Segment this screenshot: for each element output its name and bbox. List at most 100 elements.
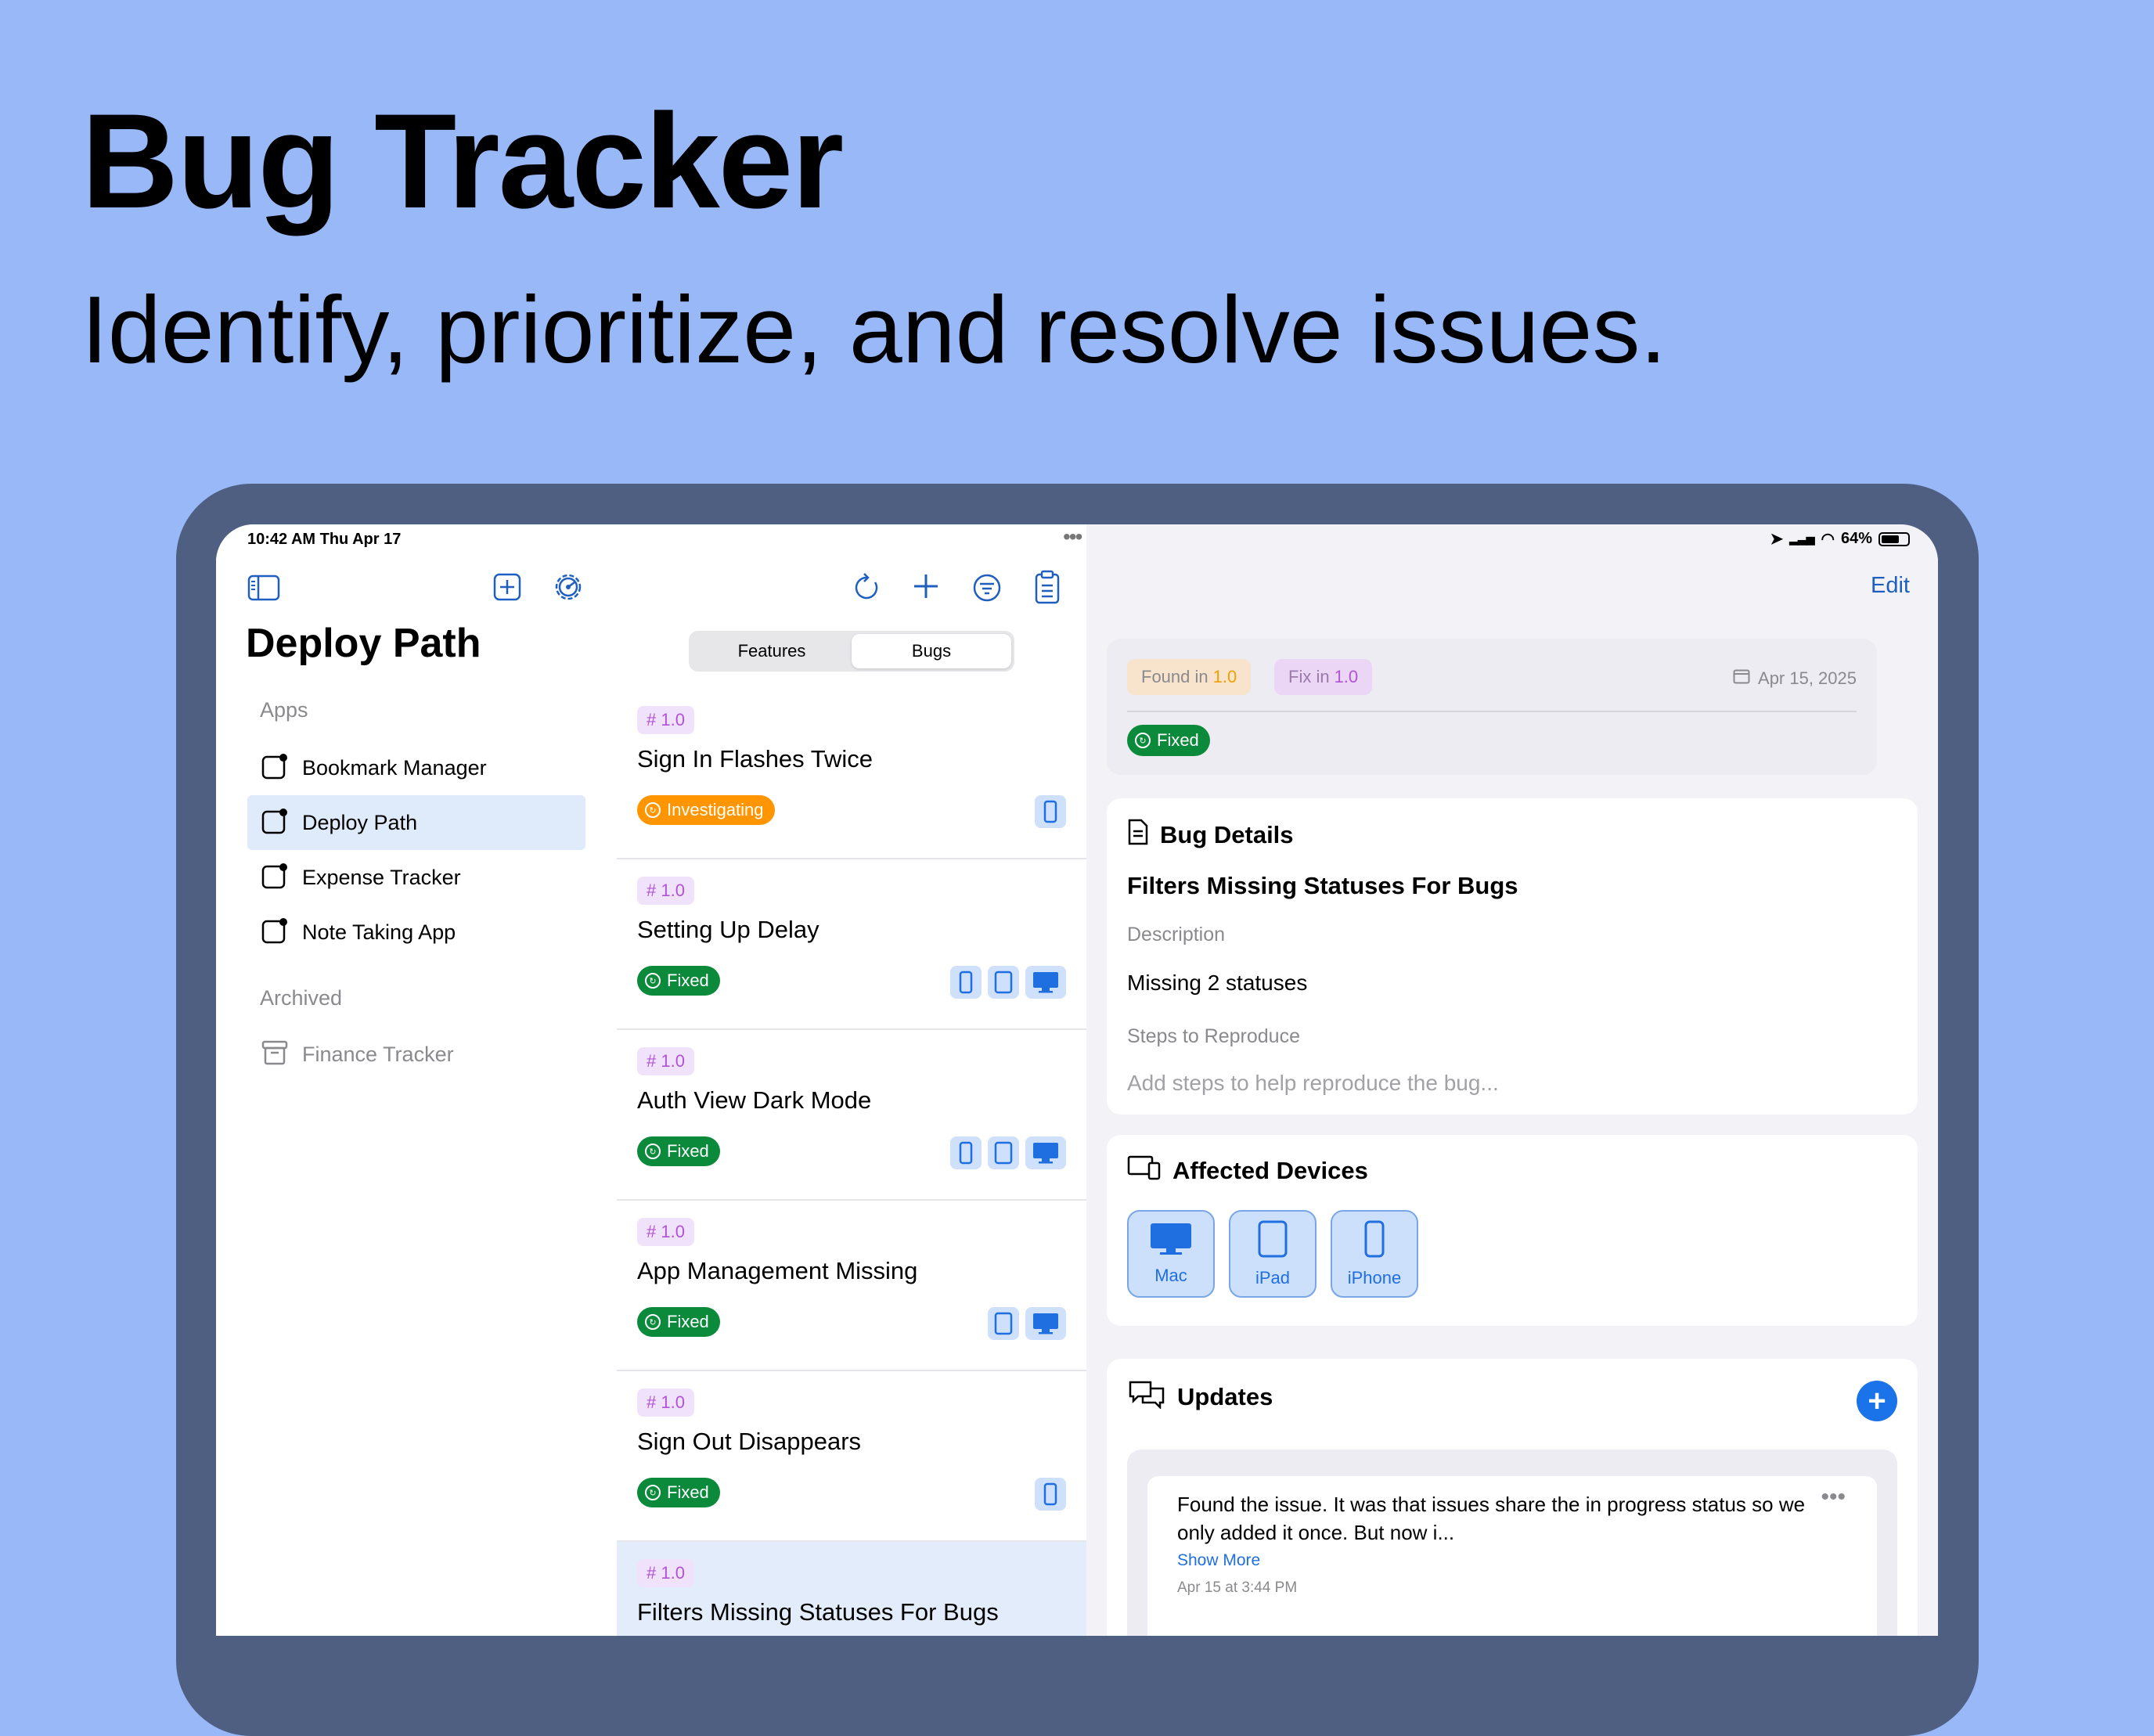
multitasking-dots-icon[interactable]: ••• bbox=[1063, 524, 1082, 549]
chat-bubbles-icon bbox=[1127, 1379, 1166, 1415]
status-icon: ↻ bbox=[645, 1314, 661, 1330]
version-tag: # 1.0 bbox=[637, 1218, 694, 1246]
app-screen: 10:42 AM Thu Apr 17 Deploy Path Apps Boo… bbox=[216, 524, 1938, 1636]
sidebar-item-label: Note Taking App bbox=[302, 920, 456, 944]
document-icon bbox=[1127, 819, 1149, 852]
segmented-control: Features Bugs bbox=[689, 631, 1014, 672]
iphone-icon bbox=[950, 1136, 982, 1169]
iphone-icon bbox=[950, 966, 982, 999]
filter-icon[interactable] bbox=[972, 573, 1002, 603]
bug-row[interactable]: # 1.0 Sign In Flashes Twice ↻ Investigati… bbox=[617, 689, 1086, 859]
sidebar-item-label: Bookmark Manager bbox=[302, 755, 487, 780]
steps-label: Steps to Reproduce bbox=[1127, 1025, 1300, 1047]
clipboard-icon[interactable] bbox=[1035, 570, 1060, 604]
ipad-icon bbox=[1257, 1219, 1288, 1263]
segment-features[interactable]: Features bbox=[692, 634, 852, 668]
add-app-icon[interactable] bbox=[493, 573, 521, 601]
found-in-tag: Found in 1.0 bbox=[1127, 659, 1252, 695]
archive-box-icon bbox=[261, 1040, 288, 1069]
status-icon: ↻ bbox=[645, 802, 661, 818]
edit-button[interactable]: Edit bbox=[1871, 573, 1910, 599]
ipad-icon bbox=[988, 1307, 1019, 1340]
bug-row[interactable]: # 1.0 Auth View Dark Mode ↻ Fixed bbox=[617, 1030, 1086, 1201]
more-options-icon[interactable]: ••• bbox=[1821, 1484, 1846, 1511]
bug-detail-title: Filters Missing Statuses For Bugs bbox=[1127, 872, 1518, 899]
version-tag: # 1.0 bbox=[637, 1388, 694, 1417]
bug-detail-pane: ••• ➤ ▂▃▅ ◠ 64% Edit Found in 1.0 Fix in 1… bbox=[1063, 524, 1938, 1636]
sidebar-item-expense-tracker[interactable]: Expense Tracker bbox=[247, 850, 585, 905]
status-badge: ↻ Fixed bbox=[637, 1478, 720, 1507]
update-text: Found the issue. It was that issues shar… bbox=[1177, 1493, 1806, 1544]
refresh-icon[interactable] bbox=[852, 571, 883, 604]
wifi-icon: ◠ bbox=[1821, 531, 1835, 548]
status-icon: ↻ bbox=[645, 1485, 661, 1500]
segment-bugs[interactable]: Bugs bbox=[852, 634, 1011, 668]
battery-percent: 64% bbox=[1840, 530, 1872, 547]
sidebar-item-label: Finance Tracker bbox=[302, 1042, 454, 1066]
bug-row-selected[interactable]: # 1.0 Filters Missing Statuses For Bugs bbox=[617, 1542, 1086, 1636]
apps-section-label: Apps bbox=[260, 698, 308, 722]
archived-section-label: Archived bbox=[260, 986, 343, 1010]
steps-input[interactable]: Add steps to help reproduce the bug... bbox=[1127, 1071, 1499, 1096]
status-time: 10:42 AM Thu Apr 17 bbox=[247, 531, 402, 548]
bug-title: Sign In Flashes Twice bbox=[637, 745, 873, 773]
devices-icon bbox=[1127, 1155, 1162, 1187]
show-more-link[interactable]: Show More bbox=[1177, 1551, 1260, 1570]
version-tag: # 1.0 bbox=[637, 706, 694, 734]
bug-row[interactable]: # 1.0 Sign Out Disappears ↻ Fixed bbox=[617, 1371, 1086, 1542]
updates-list: Found the issue. It was that issues shar… bbox=[1127, 1450, 1897, 1636]
description-value[interactable]: Missing 2 statuses bbox=[1127, 971, 1307, 996]
add-bug-icon[interactable] bbox=[911, 571, 941, 601]
mac-icon bbox=[1025, 966, 1066, 999]
bug-meta-card: Found in 1.0 Fix in 1.0 Apr 15, 2025 ↻ Fixe… bbox=[1107, 639, 1877, 775]
status-badge: ↻ Fixed bbox=[637, 966, 720, 996]
device-tile-iphone[interactable]: iPhone bbox=[1331, 1210, 1418, 1298]
toggle-sidebar-icon[interactable] bbox=[247, 574, 280, 601]
hero-title: Bug Tracker bbox=[81, 86, 844, 236]
device-tile-ipad[interactable]: iPad bbox=[1229, 1210, 1317, 1298]
settings-gear-icon[interactable] bbox=[553, 571, 584, 603]
mac-icon bbox=[1025, 1307, 1066, 1340]
bug-list-pane: Features Bugs # 1.0 Sign In Flashes Twic… bbox=[617, 524, 1087, 1636]
ipad-icon bbox=[988, 966, 1019, 999]
version-tag: # 1.0 bbox=[637, 1047, 694, 1075]
affected-devices-card: Affected Devices Mac iPad iPhone bbox=[1107, 1135, 1918, 1326]
sidebar-item-note-taking-app[interactable]: Note Taking App bbox=[247, 905, 585, 960]
status-badge: ↻ Fixed bbox=[637, 1136, 720, 1166]
ipad-icon bbox=[988, 1136, 1019, 1169]
fix-in-tag: Fix in 1.0 bbox=[1274, 659, 1373, 695]
bug-row[interactable]: # 1.0 App Management Missing ↻ Fixed bbox=[617, 1201, 1086, 1371]
sidebar-item-deploy-path[interactable]: Deploy Path bbox=[247, 795, 585, 850]
app-icon bbox=[261, 863, 288, 893]
battery-icon bbox=[1878, 531, 1910, 546]
status-icon: ↻ bbox=[1135, 733, 1151, 748]
description-label: Description bbox=[1127, 924, 1226, 945]
updates-header: Updates bbox=[1127, 1379, 1273, 1415]
status-badge: ↻ Fixed bbox=[1127, 725, 1210, 756]
version-tag: # 1.0 bbox=[637, 1559, 694, 1587]
updates-card: Updates + Found the issue. It was that i… bbox=[1107, 1359, 1918, 1636]
mac-icon bbox=[1149, 1222, 1193, 1261]
signal-icon: ▂▃▅ bbox=[1789, 532, 1815, 545]
sidebar-item-label: Deploy Path bbox=[302, 810, 418, 834]
bug-row[interactable]: # 1.0 Setting Up Delay ↻ Fixed bbox=[617, 859, 1086, 1030]
calendar-icon bbox=[1733, 668, 1750, 689]
status-icon: ↻ bbox=[645, 973, 661, 989]
add-update-button[interactable]: + bbox=[1857, 1381, 1897, 1421]
hero-subtitle: Identify, prioritize, and resolve issues… bbox=[81, 276, 1667, 383]
update-timestamp: Apr 15 at 3:44 PM bbox=[1177, 1579, 1298, 1596]
sidebar-title: Deploy Path bbox=[246, 621, 481, 666]
app-icon bbox=[261, 917, 288, 948]
location-icon: ➤ bbox=[1770, 531, 1784, 548]
update-entry[interactable]: Found the issue. It was that issues shar… bbox=[1147, 1476, 1877, 1636]
iphone-icon bbox=[1035, 795, 1066, 828]
affected-devices-header: Affected Devices bbox=[1127, 1155, 1368, 1187]
bug-title: App Management Missing bbox=[637, 1257, 918, 1284]
iphone-icon bbox=[1363, 1219, 1385, 1263]
sidebar-item-finance-tracker[interactable]: Finance Tracker bbox=[247, 1027, 585, 1082]
status-badge: ↻ Investigating bbox=[637, 795, 775, 825]
sidebar-item-bookmark-manager[interactable]: Bookmark Manager bbox=[247, 740, 585, 795]
status-icon: ↻ bbox=[645, 1144, 661, 1159]
status-badge: ↻ Fixed bbox=[637, 1307, 720, 1337]
device-tile-mac[interactable]: Mac bbox=[1127, 1210, 1215, 1298]
